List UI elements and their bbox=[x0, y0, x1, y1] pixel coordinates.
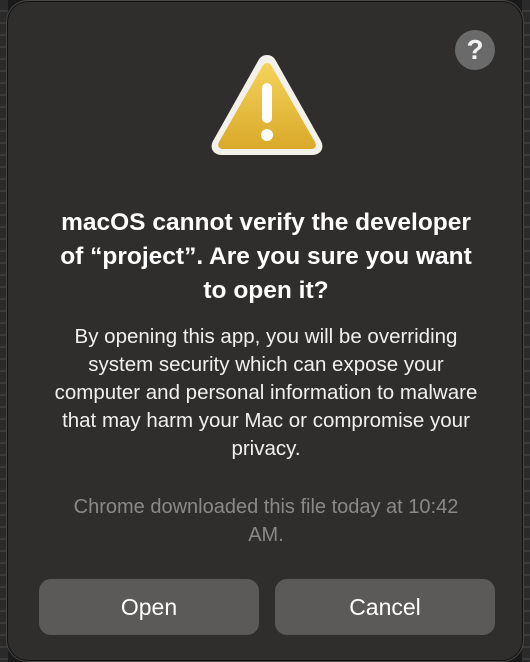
dialog-message: By opening this app, you will be overrid… bbox=[54, 325, 478, 460]
open-button[interactable]: Open bbox=[39, 579, 259, 635]
download-info: Chrome downloaded this file today at 10:… bbox=[73, 496, 459, 546]
warning-triangle-icon bbox=[211, 55, 323, 155]
cancel-button[interactable]: Cancel bbox=[275, 579, 495, 635]
security-alert-dialog: ? macOS cannot verify the developer of “… bbox=[6, 0, 524, 662]
help-button[interactable]: ? bbox=[455, 30, 495, 70]
help-icon: ? bbox=[466, 34, 484, 65]
dialog-title: macOS cannot verify the developer of “pr… bbox=[60, 209, 472, 304]
